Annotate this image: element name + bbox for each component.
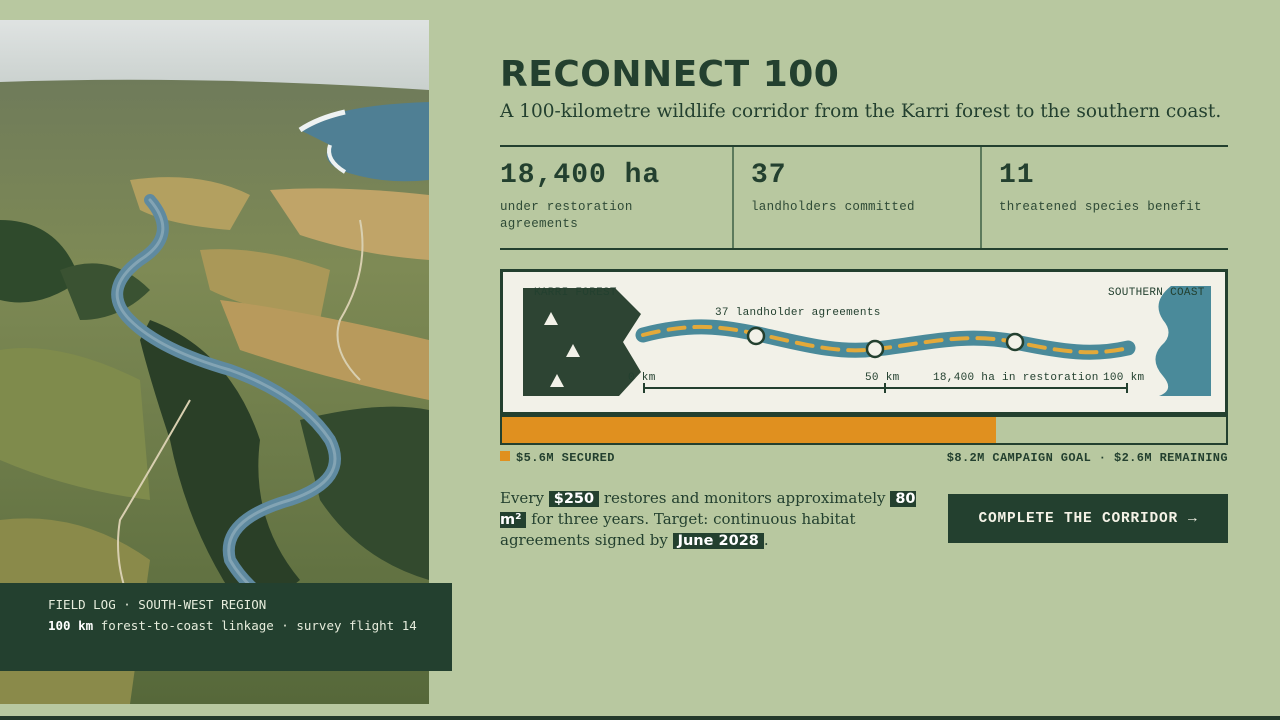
stat-value: 37: [751, 160, 787, 191]
coast-block: [1155, 286, 1211, 396]
caption-line1: FIELD LOG · SOUTH-WEST REGION: [48, 597, 267, 612]
scale-label-end: 100 km: [1103, 372, 1145, 384]
stat-label: under restoration agreements: [500, 200, 633, 231]
pitch-middle: restores and monitors approximately: [603, 489, 886, 507]
pitch-prefix: Every: [500, 489, 544, 507]
page-title: RECONNECT 100: [500, 54, 840, 95]
funding-secured: $5.6M SECURED: [500, 451, 615, 465]
funding-progress-bar: [500, 415, 1228, 445]
circle-marker-icon: [1005, 332, 1025, 352]
caption-line2-rest: forest-to-coast linkage · survey flight …: [100, 617, 417, 633]
stat-value: 11: [999, 160, 1035, 191]
map-start-label: KARRI FOREST: [534, 287, 617, 299]
complete-corridor-button[interactable]: COMPLETE THE CORRIDOR →: [948, 494, 1228, 543]
stat-area: 18,400 ha under restoration agreements: [500, 147, 732, 248]
pitch-end: .: [763, 531, 769, 549]
scale-label-start: 0 km: [628, 372, 656, 384]
circle-marker-icon: [746, 326, 766, 346]
stat-value: 18,400 ha: [500, 160, 661, 191]
funding-goal: $8.2M CAMPAIGN GOAL · $2.6M REMAINING: [946, 451, 1228, 465]
cta-label: COMPLETE THE CORRIDOR: [978, 510, 1178, 527]
secured-label: $5.6M SECURED: [516, 451, 615, 465]
map-agreements-label: 37 landholder agreements: [715, 307, 881, 319]
stat-species: 11 threatened species benefit: [980, 147, 1228, 248]
map-end-label: SOUTHERN COAST: [1108, 287, 1205, 299]
funding-labels: $5.6M SECURED $8.2M CAMPAIGN GOAL · $2.6…: [500, 451, 1228, 467]
caption-line2: 100 km forest-to-coast linkage · survey …: [48, 616, 428, 637]
scale-label-mid: 50 km: [865, 372, 900, 384]
page-subtitle: A 100-kilometre wildlife corridor from t…: [500, 101, 1222, 122]
pitch-amount: $250: [548, 491, 600, 507]
funding-progress-fill: [502, 417, 997, 443]
stat-landholders: 37 landholders committed: [732, 147, 980, 248]
forest-block: [523, 288, 641, 396]
corridor-map: KARRI FOREST SOUTHERN COAST 37 landholde…: [500, 269, 1228, 415]
stat-label: threatened species benefit: [999, 200, 1202, 214]
map-restoration-label: 18,400 ha in restoration: [933, 372, 1099, 384]
caption-distance: 100 km: [48, 617, 94, 633]
bottom-rule: [0, 716, 1280, 720]
pitch-text: Every $250 restores and monitors approxi…: [500, 488, 940, 551]
right-arrow-icon: →: [1188, 510, 1198, 527]
secured-swatch-icon: [500, 451, 510, 461]
stat-label: landholders committed: [751, 200, 915, 214]
circle-marker-icon: [865, 339, 885, 359]
stats-row: 18,400 ha under restoration agreements 3…: [500, 145, 1228, 250]
pitch-date: June 2028: [672, 533, 764, 549]
field-log-caption: FIELD LOG · SOUTH-WEST REGION 100 km for…: [0, 583, 452, 671]
